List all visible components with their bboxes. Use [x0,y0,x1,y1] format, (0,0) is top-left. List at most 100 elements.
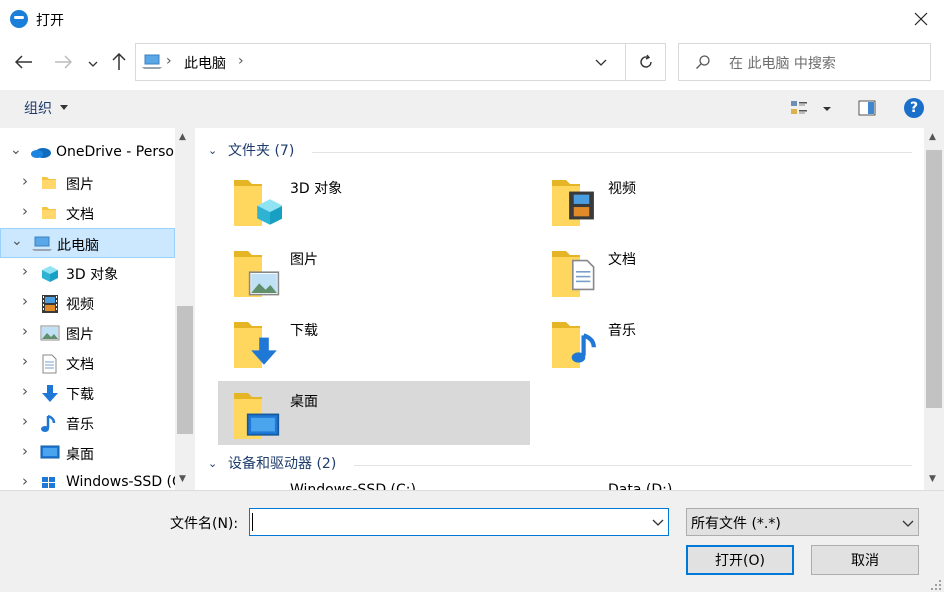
file-type-value: 所有文件 (*.*) [691,516,781,532]
nav-item[interactable]: ⌄ OneDrive - Perso [0,138,175,168]
folder-label: 视频 [608,181,636,197]
app-icon [10,10,28,28]
content-scrollbar[interactable]: ▲ ▼ [924,128,944,490]
up-button[interactable] [106,49,132,75]
music-note-icon [40,414,58,438]
chevron-down-icon[interactable]: ⌄ [10,142,22,158]
scroll-up-icon[interactable]: ▲ [929,132,936,142]
chevron-right-icon[interactable]: › [22,262,28,280]
drive-label: Windows-SSD (C:) [290,482,416,490]
nav-item[interactable]: › 视频 [0,288,175,318]
scroll-thumb[interactable] [177,306,193,434]
change-view-button[interactable] [790,98,834,120]
group-header-folders[interactable]: ⌄ 文件夹 (7) [208,140,912,164]
close-button[interactable] [902,4,940,34]
help-button[interactable]: ? [904,98,924,118]
chevron-right-icon[interactable]: › [22,442,28,460]
nav-item-label: 文档 [66,207,94,223]
download-icon [232,318,282,370]
nav-item[interactable]: › 桌面 [0,438,175,468]
pc-icon [31,235,53,257]
chevron-right-icon[interactable]: › [22,352,28,370]
chevron-right-icon[interactable]: › [22,382,28,400]
text-caret [252,513,253,531]
nav-item-label: 3D 对象 [66,267,119,283]
chevron-right-icon[interactable]: › [22,322,28,340]
chevron-down-icon[interactable] [651,515,665,529]
chevron-right-icon[interactable]: › [22,412,28,430]
folder-tile[interactable]: 音乐 [536,310,848,374]
scroll-thumb[interactable] [926,150,942,408]
organize-button[interactable]: 组织 [24,98,52,118]
desktop-icon [40,444,60,466]
file-list[interactable]: ⌄ 文件夹 (7) 3D 对象 视频 图片 文档 下载 音乐 桌面 ⌄ 设备和驱动器 (2)… [196,128,924,490]
arrow-left-icon [15,55,32,69]
nav-item[interactable]: › Windows-SSD (C [0,468,182,490]
scroll-up-icon[interactable]: ▲ [179,132,186,142]
back-button[interactable] [11,49,37,75]
folder-label: 音乐 [608,323,636,339]
drive-tile[interactable]: Data (D:) [536,468,848,490]
folder-icon [40,204,58,226]
folder-tile[interactable]: 视频 [536,168,848,232]
nav-item[interactable]: › 文档 [0,348,175,378]
drive-tile[interactable]: Windows-SSD (C:) [218,468,530,490]
nav-item-label: 下载 [66,387,94,403]
view-list-icon [791,101,831,114]
arrow-right-icon [55,55,72,69]
folder-tile[interactable]: 桌面 [218,381,530,445]
chevron-down-icon[interactable]: ⌄ [11,233,23,249]
breadcrumb-separator[interactable]: › [238,53,244,69]
scroll-down-icon[interactable]: ▼ [179,474,186,484]
nav-item-label: 图片 [66,177,94,193]
nav-item[interactable]: ⌄ 此电脑 [0,228,175,258]
document-icon [550,247,600,299]
preview-pane-icon[interactable] [858,100,876,116]
nav-item[interactable]: › 图片 [0,168,175,198]
folder-tile[interactable]: 图片 [218,239,530,303]
recent-locations-button[interactable] [84,51,102,77]
breadcrumb-item[interactable]: 此电脑 [184,53,226,73]
nav-item[interactable]: › 图片 [0,318,175,348]
nav-scrollbar[interactable]: ▲ ▼ [175,128,195,490]
search-input[interactable]: 在 此电脑 中搜索 [678,43,931,81]
divider [312,152,912,153]
desktop-icon [232,389,282,441]
search-icon [696,55,710,69]
scroll-down-icon[interactable]: ▼ [929,474,936,484]
chevron-down-icon[interactable] [594,55,608,69]
chevron-right-icon[interactable]: › [22,202,28,220]
chevron-right-icon[interactable]: › [22,172,28,190]
toolbar: 组织 ? [0,90,944,128]
nav-item-label: 视频 [66,297,94,313]
breadcrumb-separator[interactable]: › [166,53,172,69]
navigation-pane[interactable]: ⌄ OneDrive - Perso › 图片 › 文档 ⌄ 此电脑 › 3D 对象 › 视频 › 图片 ›… [0,128,195,490]
chevron-down-icon[interactable]: ⌄ [208,144,217,157]
cancel-button[interactable]: 取消 [811,545,919,575]
pc-icon [142,54,162,69]
file-type-select[interactable]: 所有文件 (*.*) [686,508,919,536]
folder-tile[interactable]: 3D 对象 [218,168,530,232]
folder-icon [40,174,58,196]
filename-field[interactable] [249,508,669,536]
chevron-down-icon[interactable]: ⌄ [208,457,217,470]
chevron-right-icon[interactable]: › [22,292,28,310]
close-icon [914,12,928,26]
onedrive-icon [30,144,52,164]
refresh-button[interactable] [625,44,666,80]
open-button[interactable]: 打开(O) [686,545,794,575]
nav-item[interactable]: › 下载 [0,378,175,408]
nav-item[interactable]: › 音乐 [0,408,175,438]
folder-label: 图片 [290,252,318,268]
nav-item[interactable]: › 文档 [0,198,175,228]
chevron-right-icon[interactable]: › [22,472,28,490]
folder-tile[interactable]: 文档 [536,239,848,303]
document-icon [40,354,58,378]
folder-tile[interactable]: 下载 [218,310,530,374]
address-bar[interactable]: › 此电脑 › [135,43,666,81]
forward-button[interactable] [50,49,76,75]
caret-down-icon[interactable] [60,105,68,110]
filename-input[interactable] [254,511,634,533]
nav-item[interactable]: › 3D 对象 [0,258,175,288]
resize-grip-icon[interactable] [930,579,942,591]
